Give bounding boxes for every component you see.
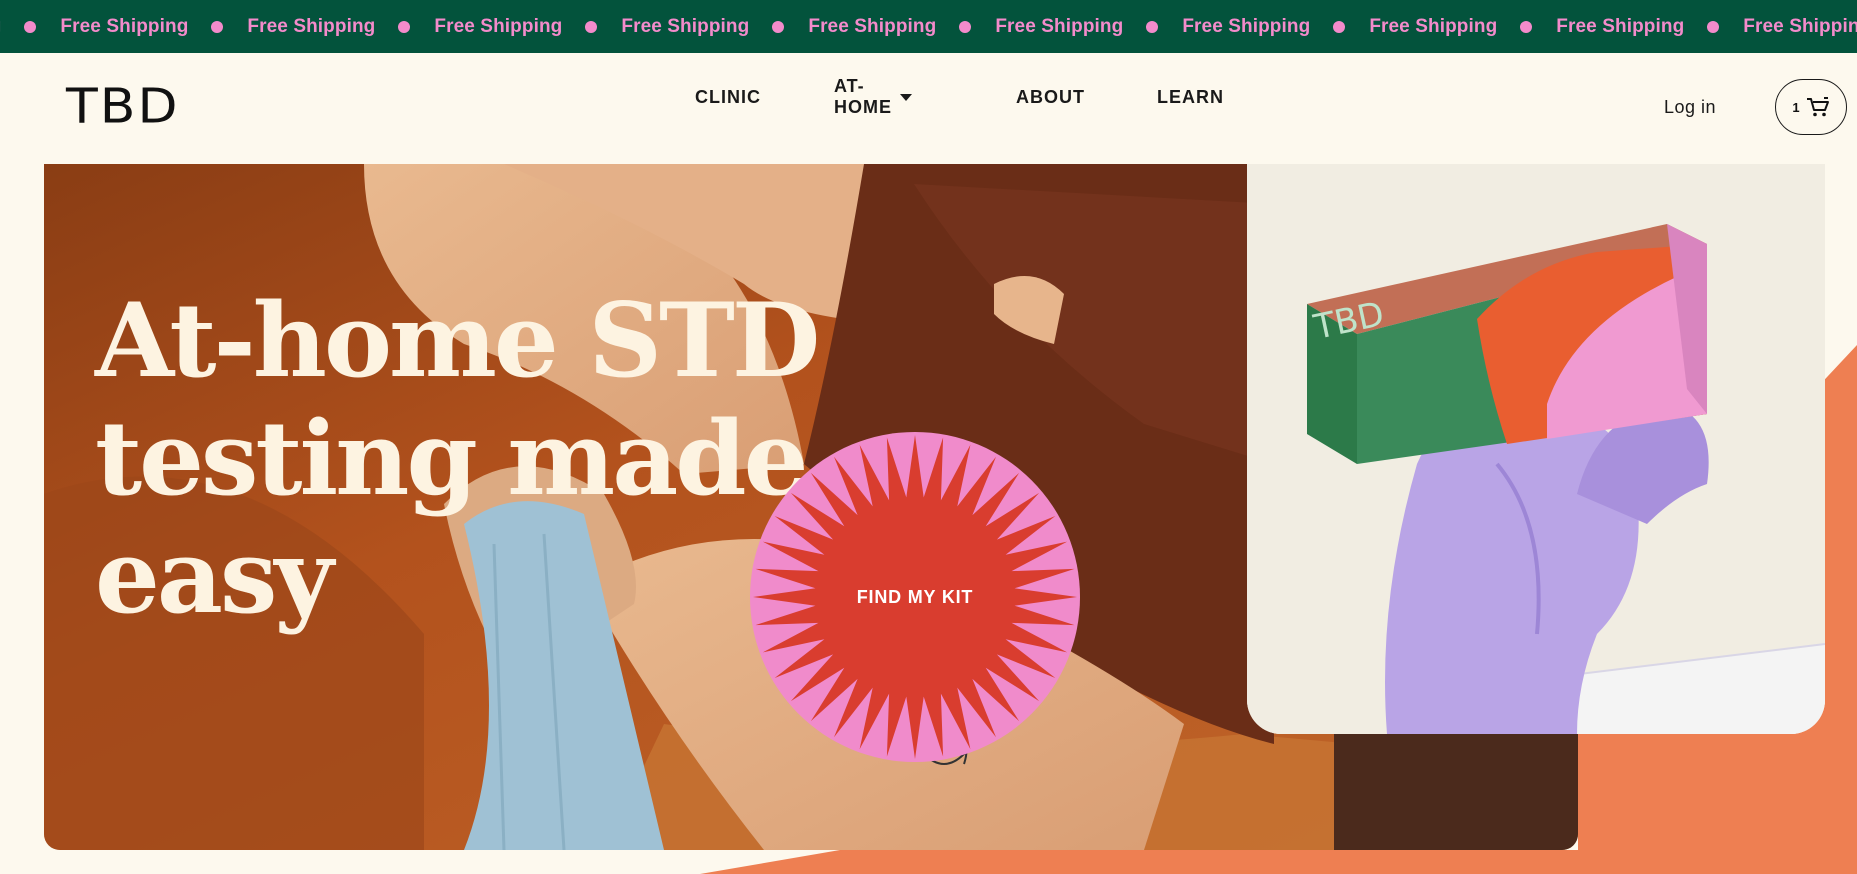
site-header: TBD CLINIC AT-HOME ABOUT LEARN Log in 1 xyxy=(0,53,1857,163)
nav-clinic[interactable]: CLINIC xyxy=(695,87,761,108)
hero-headline: At-home STD testing made easy xyxy=(95,281,820,637)
login-link[interactable]: Log in xyxy=(1664,97,1716,118)
nav-at-home-label: AT-HOME xyxy=(834,76,892,117)
nav-learn[interactable]: LEARN xyxy=(1157,87,1224,108)
headline-line-2: testing made xyxy=(95,399,809,519)
cart-icon xyxy=(1806,97,1829,117)
tbd-logo[interactable]: TBD xyxy=(66,83,179,131)
product-image-card: TBD xyxy=(1247,164,1825,734)
cart-count: 1 xyxy=(1792,99,1800,115)
kit-box-sculpture-image: TBD xyxy=(1247,164,1825,734)
chevron-down-icon xyxy=(900,93,912,101)
headline-line-1: At-home STD xyxy=(95,281,820,401)
find-my-kit-button[interactable]: FIND MY KIT xyxy=(750,432,1080,762)
cart-button[interactable]: 1 xyxy=(1775,79,1847,135)
nav-at-home[interactable]: AT-HOME xyxy=(834,76,912,118)
headline-line-3: easy xyxy=(95,517,334,637)
nav-about[interactable]: ABOUT xyxy=(1016,87,1085,108)
find-my-kit-label: FIND MY KIT xyxy=(856,586,974,607)
